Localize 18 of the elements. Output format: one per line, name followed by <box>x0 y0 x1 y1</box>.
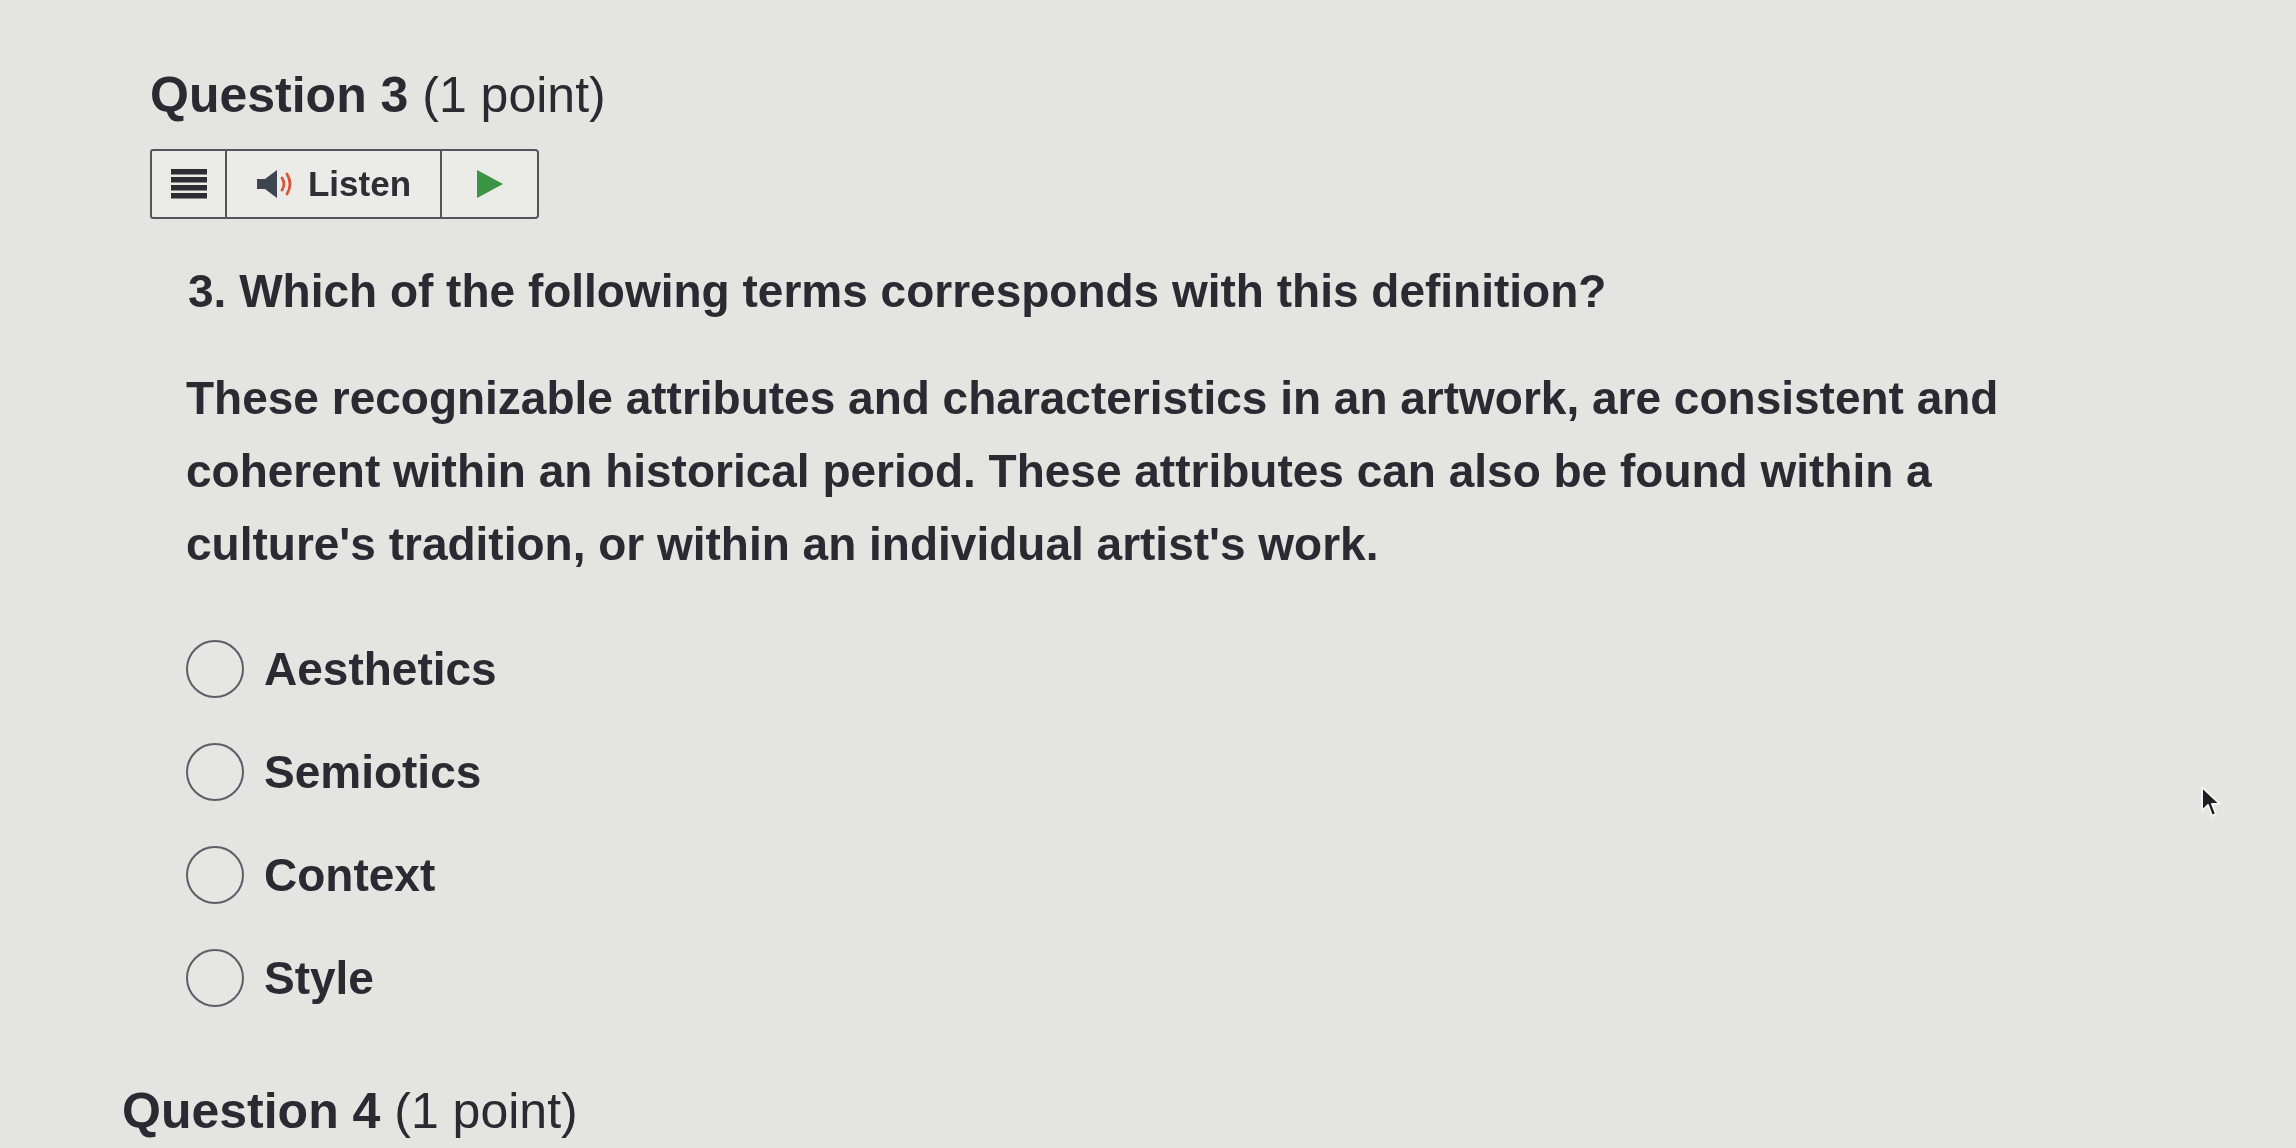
question-heading: Question 4 (1 point) <box>122 1082 578 1140</box>
option-label[interactable]: Aesthetics <box>264 641 497 697</box>
play-icon <box>476 170 503 198</box>
definition-text: These recognizable attributes and characteristics in an artwork, are consistent and coherent within an historical period. These attributes can also be found within a culture's tradition, or within an individual artist's work. <box>186 371 2000 572</box>
radio-button[interactable] <box>186 640 244 698</box>
question-heading: Question 3 (1 point) <box>150 66 606 124</box>
mouse-pointer-icon <box>2200 785 2224 819</box>
option-label[interactable]: Semiotics <box>264 744 482 800</box>
menu-icon <box>170 169 207 199</box>
radio-button[interactable] <box>186 743 244 801</box>
menu-button[interactable] <box>150 149 227 219</box>
option-label[interactable]: Style <box>264 950 374 1006</box>
radio-button[interactable] <box>186 846 244 904</box>
option-label[interactable]: Context <box>264 847 436 903</box>
radio-button[interactable] <box>186 949 244 1007</box>
play-button[interactable] <box>440 149 539 219</box>
question-prompt: 3. Which of the following terms corresponds with this definition? <box>188 264 1607 319</box>
listen-button[interactable]: Listen <box>225 149 442 219</box>
